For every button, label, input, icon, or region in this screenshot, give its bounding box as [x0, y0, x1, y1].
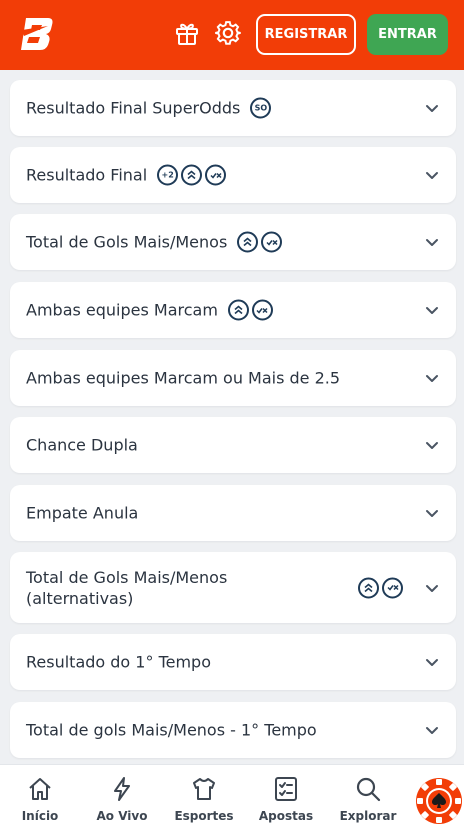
market-title: Total de gols Mais/Menos - 1° Tempo [26, 720, 317, 740]
nav-item-explorar[interactable]: Explorar [328, 775, 408, 829]
cashout-icon [205, 164, 227, 186]
market-title-row: Resultado do 1° Tempo [26, 652, 211, 673]
plus-two-badge-icon: +2 [157, 164, 179, 186]
nav-item-inicio[interactable]: Início [0, 775, 80, 829]
market-accordion[interactable]: Total de gols Mais/Menos - 1° Tempo [10, 702, 456, 758]
boost-icon [181, 164, 203, 186]
register-button[interactable]: REGISTRAR [256, 14, 356, 55]
market-title: Total de Gols Mais/Menos [26, 232, 228, 252]
chevron-down-icon [426, 172, 438, 179]
superodds-badge-icon: SO [250, 97, 272, 119]
market-list: Resultado Final SuperOdds SO Resultado F… [0, 70, 464, 764]
gift-icon[interactable] [172, 18, 202, 48]
market-badges: SO [250, 97, 272, 119]
nav-label: Início [21, 809, 59, 823]
cashout-icon [382, 577, 403, 598]
nav-item-apostas[interactable]: Apostas [246, 775, 326, 829]
chevron-down-icon [426, 239, 438, 246]
market-title-row: Total de Gols Mais/Menos [26, 231, 283, 253]
boost-icon [227, 299, 249, 321]
betslip-icon [275, 777, 297, 801]
market-accordion[interactable]: Resultado do 1° Tempo [10, 634, 456, 690]
market-title: Chance Dupla [26, 435, 138, 455]
cashout-icon [261, 231, 283, 253]
market-title-row: Ambas equipes Marcam [26, 299, 273, 321]
lightning-icon [114, 777, 130, 801]
chevron-down-icon [426, 584, 438, 592]
boost-icon [358, 577, 379, 598]
chevron-down-icon [426, 659, 438, 666]
market-accordion[interactable]: Chance Dupla [10, 417, 456, 473]
casino-chip-button[interactable] [416, 778, 462, 824]
market-badges [358, 577, 403, 598]
boost-icon [237, 231, 259, 253]
market-title: Total de Gols Mais/Menos (alternativas) [26, 567, 228, 608]
market-badges: +2 [157, 164, 227, 186]
market-title: Empate Anula [26, 503, 139, 523]
market-badges [237, 231, 283, 253]
nav-item-esportes[interactable]: Esportes [164, 775, 244, 829]
market-accordion[interactable]: Total de Gols Mais/Menos (alternativas) [10, 552, 456, 623]
market-title-row: Empate Anula [26, 503, 138, 524]
search-icon [356, 777, 381, 802]
market-accordion[interactable]: Resultado Final SuperOdds SO [10, 80, 456, 136]
login-button[interactable]: ENTRAR [367, 14, 448, 55]
nav-item-ao-vivo[interactable]: Ao Vivo [82, 775, 162, 829]
market-title: Resultado Final [26, 165, 148, 185]
poker-chip-icon [417, 779, 461, 823]
bottom-navigation: Início Ao Vivo Esportes Apostas Explorar [0, 764, 464, 832]
jersey-icon [193, 778, 215, 800]
market-title-row: Resultado Final +2 [26, 164, 227, 186]
market-accordion[interactable]: Resultado Final +2 [10, 147, 456, 203]
market-title-row: Resultado Final SuperOdds SO [26, 97, 272, 119]
home-icon [29, 778, 51, 800]
market-accordion[interactable]: Total de Gols Mais/Menos [10, 214, 456, 270]
chevron-down-icon [426, 727, 438, 734]
market-title: Resultado Final SuperOdds [26, 98, 241, 118]
chevron-down-icon [426, 307, 438, 314]
nav-label: Apostas [258, 809, 314, 823]
market-title-row: Total de gols Mais/Menos - 1° Tempo [26, 720, 317, 741]
nav-label: Esportes [174, 809, 234, 823]
market-accordion[interactable]: Ambas equipes Marcam [10, 282, 456, 338]
market-accordion[interactable]: Ambas equipes Marcam ou Mais de 2.5 [10, 350, 456, 406]
top-header: REGISTRAR ENTRAR [0, 0, 464, 70]
brand-logo-icon[interactable] [18, 16, 56, 52]
chevron-down-icon [426, 510, 438, 517]
chevron-down-icon [426, 442, 438, 449]
chevron-down-icon [426, 105, 438, 112]
market-title-row: Ambas equipes Marcam ou Mais de 2.5 [26, 368, 340, 389]
market-accordion[interactable]: Empate Anula [10, 485, 456, 541]
market-title: Ambas equipes Marcam ou Mais de 2.5 [26, 368, 341, 388]
market-title-row: Chance Dupla [26, 435, 138, 456]
cashout-icon [251, 299, 273, 321]
nav-label: Explorar [339, 809, 397, 823]
market-title: Ambas equipes Marcam [26, 300, 218, 320]
market-title-row: Total de Gols Mais/Menos (alternativas) [26, 567, 256, 609]
chevron-down-icon [426, 375, 438, 382]
market-title: Resultado do 1° Tempo [26, 652, 211, 672]
market-badges [227, 299, 273, 321]
nav-label: Ao Vivo [96, 809, 148, 823]
gear-icon[interactable] [213, 18, 243, 48]
